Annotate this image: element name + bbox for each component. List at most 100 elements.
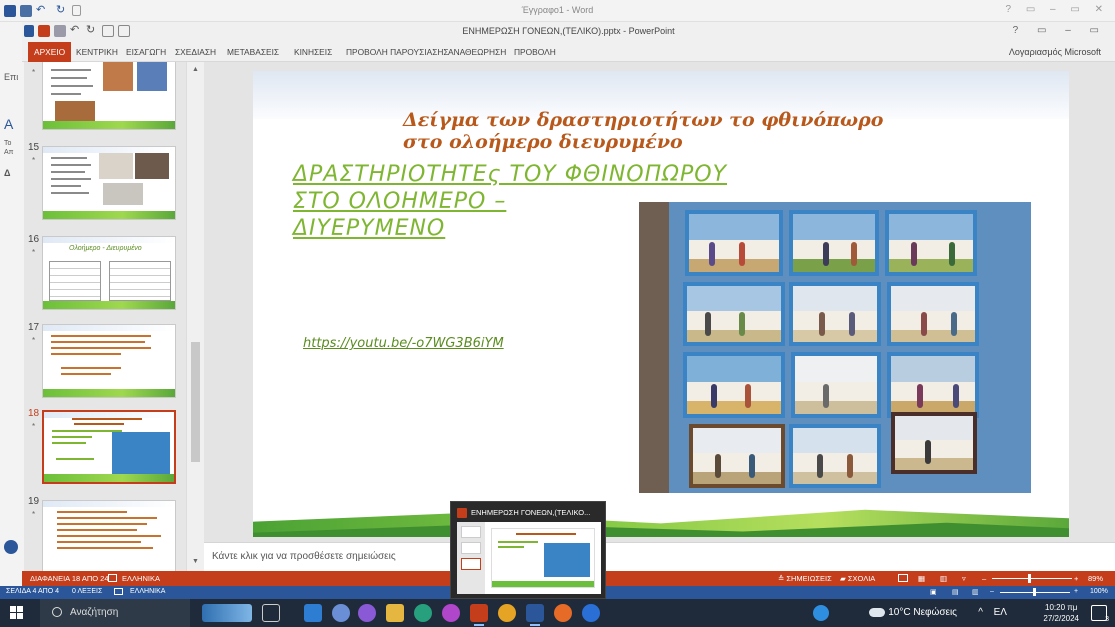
firefox-browser-icon[interactable] — [554, 604, 572, 622]
slide-thumbnail-15[interactable] — [42, 146, 176, 220]
notification-count: 3 — [1105, 616, 1109, 623]
people-app-icon[interactable] — [332, 604, 350, 622]
search-icon — [52, 607, 62, 617]
scroll-up-icon[interactable]: ▲ — [192, 66, 199, 73]
page-counter: ΣΕΛΙΔΑ 4 ΑΠΟ 4 — [6, 588, 59, 595]
word-taskbar-icon[interactable] — [526, 604, 544, 626]
copilot-app-icon[interactable] — [442, 604, 460, 622]
thumbnails-scrollbar[interactable]: ▲ ▼ — [186, 62, 204, 571]
tab-slide-show[interactable]: ΠΡΟΒΟΛΗ ΠΑΡΟΥΣΙΑΣΗΣ — [346, 47, 449, 57]
powerpoint-taskbar-icon[interactable] — [470, 604, 488, 626]
language-indicator[interactable]: ΕΛΛΗΝΙΚΑ — [130, 588, 165, 595]
animation-marker: * — [32, 422, 36, 431]
zoom-slider-knob[interactable] — [1033, 588, 1036, 596]
search-highlight-image[interactable] — [202, 604, 252, 622]
slide-heading-line: ΔΡΑΣΤΗΡΙΟΤΗΤΕς ΤΟΥ ΦΘΙΝΟΠΩΡΟΥ — [293, 162, 728, 187]
scrollbar-thumb[interactable] — [191, 342, 200, 462]
cloud-icon — [869, 608, 885, 617]
word-window-controls[interactable]: ? ▭ – ▭ ✕ — [1005, 4, 1109, 15]
slide-thumbnail-16[interactable]: Ολοήμερο - Διευρυμένο — [42, 236, 176, 310]
notes-pane[interactable]: Κάντε κλικ για να προσθέσετε σημειώσεις — [204, 542, 1115, 571]
zoom-level[interactable]: 100% — [1090, 588, 1108, 595]
chevron-up-icon[interactable]: ^ — [978, 607, 983, 618]
zoom-slider-knob[interactable] — [1027, 574, 1031, 583]
proofing-icon[interactable] — [108, 574, 117, 582]
taskbar-clock[interactable]: 10:20 πμ 27/2/2024 — [1043, 602, 1079, 624]
edge-browser-icon[interactable] — [414, 604, 432, 622]
slide-title-line: στο ολοήμερο διευρυμένο — [403, 131, 683, 153]
reading-view-icon[interactable]: ▥ — [940, 574, 947, 583]
taskbar-search-box[interactable]: Αναζήτηση — [40, 599, 190, 627]
comments-button[interactable]: ▰ ΣΧΟΛΙΑ — [840, 574, 875, 583]
clock-date: 27/2/2024 — [1043, 614, 1079, 623]
weather-app-icon[interactable] — [582, 604, 600, 622]
read-mode-icon[interactable]: ▣ — [930, 588, 937, 596]
slide-number: 18 — [28, 408, 40, 419]
notes-placeholder: Κάντε κλικ για να προσθέσετε σημειώσεις — [212, 551, 396, 562]
word-side-label: Δ — [4, 168, 11, 178]
powerpoint-app-icon — [457, 508, 467, 518]
tab-design[interactable]: ΣΧΕΔΙΑΣΗ — [175, 47, 216, 57]
viber-app-icon[interactable] — [358, 604, 376, 622]
children-drawings-photo[interactable] — [639, 202, 1031, 493]
word-count: 0 ΛΕΞΕΙΣ — [72, 588, 103, 595]
word-help-icon[interactable] — [4, 540, 18, 554]
notifications-icon[interactable]: 3 — [1091, 605, 1109, 623]
tab-transitions[interactable]: ΜΕΤΑΒΑΣΕΙΣ — [227, 47, 279, 57]
slide-sorter-icon[interactable]: ▦ — [918, 574, 925, 583]
proofing-icon[interactable] — [114, 588, 123, 595]
file-explorer-icon[interactable] — [386, 604, 404, 622]
input-language[interactable]: ΕΛ — [994, 607, 1007, 618]
ribbon-tabs: ΑΡΧΕΙΟ ΚΕΝΤΡΙΚΗ ΕΙΣΑΓΩΓΗ ΣΧΕΔΙΑΣΗ ΜΕΤΑΒΑ… — [22, 42, 1115, 62]
word-side-label: Απ — [4, 149, 14, 156]
zoom-out-icon[interactable]: – — [990, 588, 994, 595]
task-view-icon[interactable] — [262, 604, 280, 622]
account-menu[interactable]: Λογαριασμός Microsoft — [1009, 47, 1101, 57]
taskbar-window-preview[interactable]: ΕΝΗΜΕΡΩΣΗ ΓΟΝΕΩΝ,(ΤΕΛΙΚΟ... — [450, 501, 606, 599]
word-side-label: Το — [4, 140, 12, 147]
zoom-slider[interactable] — [992, 578, 1072, 579]
comments-button-label: ΣΧΟΛΙΑ — [847, 574, 876, 583]
start-button[interactable] — [10, 606, 24, 620]
tab-insert[interactable]: ΕΙΣΑΓΩΓΗ — [126, 47, 166, 57]
slide-counter: ΔΙΑΦΑΝΕΙΑ 18 ΑΠΟ 24 — [30, 574, 109, 583]
tab-review[interactable]: ΑΝΑΘΕΩΡΗΣΗ — [448, 47, 506, 57]
mail-app-icon[interactable] — [304, 604, 322, 622]
animation-marker: * — [32, 156, 36, 165]
chrome-browser-icon[interactable] — [498, 604, 516, 622]
notes-button[interactable]: ≙ ΣΗΜΕΙΩΣΕΙΣ — [778, 574, 832, 583]
weather-text[interactable]: 10°C Νεφώσεις — [888, 607, 957, 618]
tab-home[interactable]: ΚΕΝΤΡΙΚΗ — [76, 47, 118, 57]
current-slide[interactable]: Δείγμα των δραστηριοτήτων το φθινόπωρο σ… — [253, 71, 1069, 537]
youtube-link[interactable]: https://youtu.be/-o7WG3B6iYM — [303, 336, 504, 351]
preview-title: ΕΝΗΜΕΡΩΣΗ ΓΟΝΕΩΝ,(ΤΕΛΙΚΟ... — [471, 508, 591, 517]
preview-thumbnail — [457, 522, 601, 594]
zoom-in-icon[interactable]: + — [1074, 574, 1078, 583]
slide-thumbnail-19[interactable] — [42, 500, 176, 571]
slide-title[interactable]: Δείγμα των δραστηριοτήτων το φθινόπωρο σ… — [403, 109, 963, 153]
slide-thumbnail-17[interactable] — [42, 324, 176, 398]
language-indicator[interactable]: ΕΛΛΗΝΙΚΑ — [122, 574, 160, 583]
zoom-in-icon[interactable]: + — [1074, 588, 1078, 595]
animation-marker: * — [32, 336, 36, 345]
print-layout-icon[interactable]: ▤ — [952, 588, 959, 596]
tab-file[interactable]: ΑΡΧΕΙΟ — [28, 42, 72, 62]
tab-animations[interactable]: ΚΙΝΗΣΕΙΣ — [294, 47, 332, 57]
slide-thumbnail-14[interactable] — [42, 62, 176, 130]
slide-number: 16 — [28, 234, 40, 245]
slide-number: 15 — [28, 142, 40, 153]
slide-show-icon[interactable]: ▿ — [962, 574, 966, 583]
help-icon[interactable] — [813, 605, 829, 621]
zoom-level[interactable]: 89% — [1088, 574, 1103, 583]
word-window-title: Έγγραφο1 - Word — [521, 5, 594, 15]
zoom-out-icon[interactable]: – — [982, 574, 986, 583]
slide-thumbnails-panel: * 15 * 16 * Ολοήμερο - Διευρυμένο 17 * 1… — [24, 62, 204, 571]
slide-thumbnail-18[interactable] — [42, 410, 176, 484]
word-side-label: A — [4, 116, 14, 132]
web-layout-icon[interactable]: ▥ — [972, 588, 979, 596]
powerpoint-window-controls[interactable]: ? ▭ – ▭ — [1013, 25, 1107, 36]
notes-button-label: ΣΗΜΕΙΩΣΕΙΣ — [786, 574, 832, 583]
normal-view-icon[interactable] — [898, 574, 908, 582]
tab-view[interactable]: ΠΡΟΒΟΛΗ — [514, 47, 556, 57]
scroll-down-icon[interactable]: ▼ — [192, 558, 199, 565]
